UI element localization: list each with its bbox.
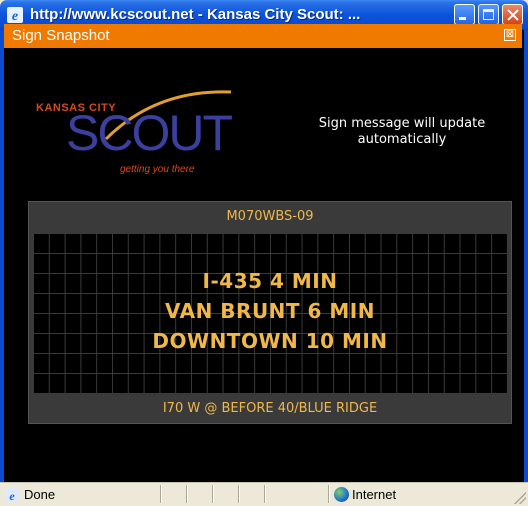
- logo-scout: SCOUT: [66, 105, 233, 161]
- resize-grip[interactable]: [514, 492, 526, 504]
- status-divider: [212, 485, 213, 503]
- close-button[interactable]: [502, 4, 523, 25]
- sign-display: I-435 4 MIN VAN BRUNT 6 MIN DOWNTOWN 10 …: [33, 233, 507, 393]
- status-divider: [160, 485, 161, 503]
- window-title: http://www.kcscout.net - Kansas City Sco…: [30, 6, 361, 23]
- svg-text:e: e: [9, 489, 15, 503]
- page-icon: e: [5, 488, 19, 503]
- panel-close-button[interactable]: ⊠: [504, 29, 516, 41]
- globe-icon: [334, 487, 349, 502]
- status-divider: [264, 485, 265, 503]
- security-zone: Internet: [352, 487, 397, 502]
- status-bar: e Done Internet: [0, 482, 528, 506]
- status-divider: [238, 485, 239, 503]
- sign-location: I70 W @ BEFORE 40/BLUE RIDGE: [162, 401, 378, 416]
- message-sign: M070WBS-09 I-435 4 MIN VAN BRUNT 6 MIN D…: [28, 201, 512, 424]
- minimize-button[interactable]: [454, 4, 475, 25]
- ie-icon: e: [7, 7, 23, 24]
- sign-id: M070WBS-09: [226, 209, 314, 224]
- status-divider: [186, 485, 187, 503]
- sign-line: VAN BRUNT 6 MIN: [165, 299, 375, 323]
- panel-header: Sign Snapshot ⊠: [4, 24, 522, 48]
- update-message: Sign message will update automatically: [318, 116, 486, 147]
- status-text: Done: [24, 487, 56, 502]
- svg-text:e: e: [12, 9, 18, 24]
- panel-title: Sign Snapshot: [12, 27, 110, 44]
- maximize-button[interactable]: [478, 4, 499, 25]
- sign-line: DOWNTOWN 10 MIN: [152, 329, 388, 353]
- sign-line: I-435 4 MIN: [202, 269, 338, 293]
- logo-tagline: getting you there: [120, 164, 195, 175]
- status-divider: [328, 485, 329, 503]
- scout-logo: KANSAS CITY SCOUT getting you there: [36, 84, 256, 180]
